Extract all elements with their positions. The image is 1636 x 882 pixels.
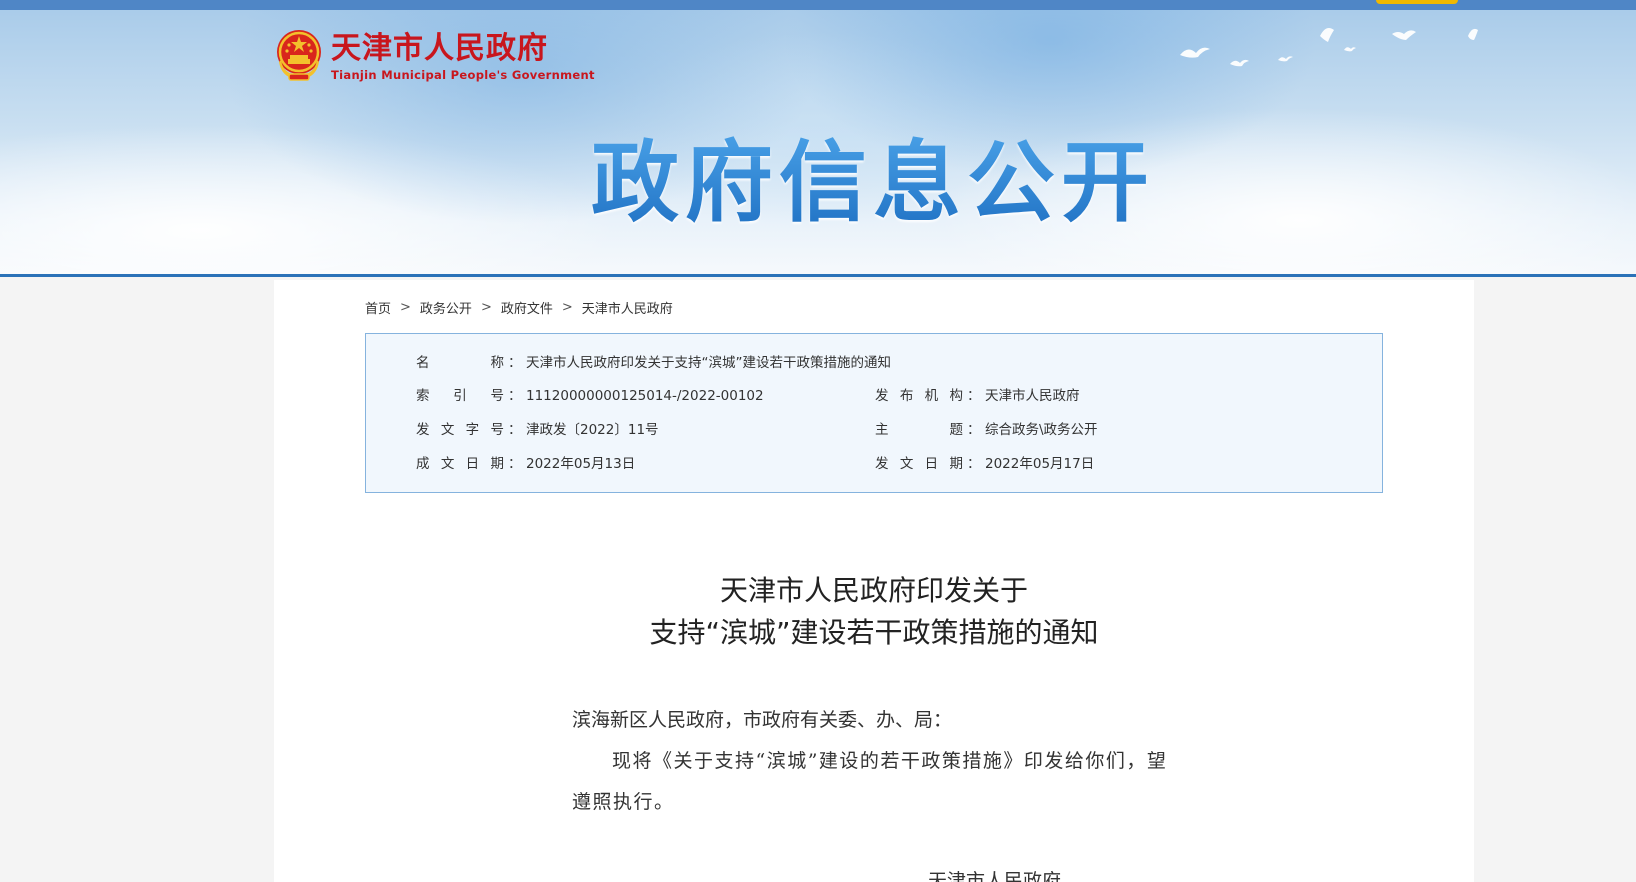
info-colon: ： [967,388,981,404]
document-title-line2: 支持“滨城”建设若干政策措施的通知 [649,616,1099,649]
info-colon: ： [508,456,522,472]
banner: 天津市人民政府 Tianjin Municipal People's Gover… [0,0,1636,277]
info-row-name: 名称 ： 天津市人民政府印发关于支持“滨城”建设若干政策措施的通知 [416,353,891,373]
info-value-doc-number: 津政发〔2022〕11号 [526,422,659,438]
doves-icon [1180,28,1478,67]
info-colon: ： [508,388,522,404]
info-label-issued-date: 发文日期 [875,456,963,472]
content-panel: 首页 > 政务公开 > 政府文件 > 天津市人民政府 名称 ： 天津市人民政府印… [274,280,1474,882]
info-label-index: 索引号 [416,388,504,404]
info-row-doc-number: 发文字号 ： 津政发〔2022〕11号 [416,420,659,440]
document-paragraph: 现将《关于支持“滨城”建设的若干政策措施》印发给你们，望遵照执行。 [572,750,1168,813]
info-label-written-date: 成文日期 [416,456,504,472]
breadcrumb-home[interactable]: 首页 [365,298,391,317]
info-row-subject: 主题 ： 综合政务\政务公开 [875,420,1098,440]
info-value-issued-date: 2022年05月17日 [985,456,1095,472]
info-value-name: 天津市人民政府印发关于支持“滨城”建设若干政策措施的通知 [526,355,891,371]
document-info-box: 名称 ： 天津市人民政府印发关于支持“滨城”建设若干政策措施的通知 索引号 ： … [365,333,1383,493]
info-value-publisher: 天津市人民政府 [985,388,1080,404]
breadcrumb: 首页 > 政务公开 > 政府文件 > 天津市人民政府 [365,298,673,317]
breadcrumb-gov-documents[interactable]: 政府文件 [501,298,553,317]
logo-text: 天津市人民政府 Tianjin Municipal People's Gover… [331,30,595,82]
info-label-name: 名称 [416,355,504,371]
info-label-subject: 主题 [875,422,963,438]
info-colon: ： [508,355,522,371]
info-value-subject: 综合政务\政务公开 [985,422,1098,438]
info-row-publisher: 发布机构 ： 天津市人民政府 [875,386,1080,406]
info-label-doc-number: 发文字号 [416,422,504,438]
info-row-written-date: 成文日期 ： 2022年05月13日 [416,454,635,474]
org-name-cn: 天津市人民政府 [331,31,548,66]
info-value-index: 11120000000125014-/2022-00102 [526,388,764,404]
info-row-issued-date: 发文日期 ： 2022年05月17日 [875,454,1094,474]
document-title: 天津市人民政府印发关于 支持“滨城”建设若干政策措施的通知 [274,570,1474,654]
info-value-written-date: 2022年05月13日 [526,456,636,472]
breadcrumb-tianjin-gov[interactable]: 天津市人民政府 [582,298,673,317]
breadcrumb-separator: > [561,300,573,315]
document-title-line1: 天津市人民政府印发关于 [719,574,1028,607]
document-salutation: 滨海新区人民政府，市政府有关委、办、局： [572,709,953,731]
info-label-publisher: 发布机构 [875,388,963,404]
banner-divider [0,274,1636,277]
banner-title: 政府信息公开 [0,128,1636,238]
breadcrumb-separator: > [480,300,492,315]
org-name-en: Tianjin Municipal People's Government [331,68,595,82]
top-accent-tab[interactable] [1376,0,1458,4]
document-signature: 天津市人民政府 [928,870,1062,882]
site-logo[interactable]: 天津市人民政府 Tianjin Municipal People's Gover… [275,28,595,84]
breadcrumb-separator: > [400,300,411,315]
info-colon: ： [967,422,981,438]
info-colon: ： [508,422,522,438]
info-row-index: 索引号 ： 11120000000125014-/2022-00102 [416,386,764,406]
breadcrumb-gov-affairs[interactable]: 政务公开 [420,298,472,317]
document-body: 滨海新区人民政府，市政府有关委、办、局： 现将《关于支持“滨城”建设的若干政策措… [572,700,1176,823]
info-colon: ： [967,456,981,472]
national-emblem-icon [277,30,321,81]
